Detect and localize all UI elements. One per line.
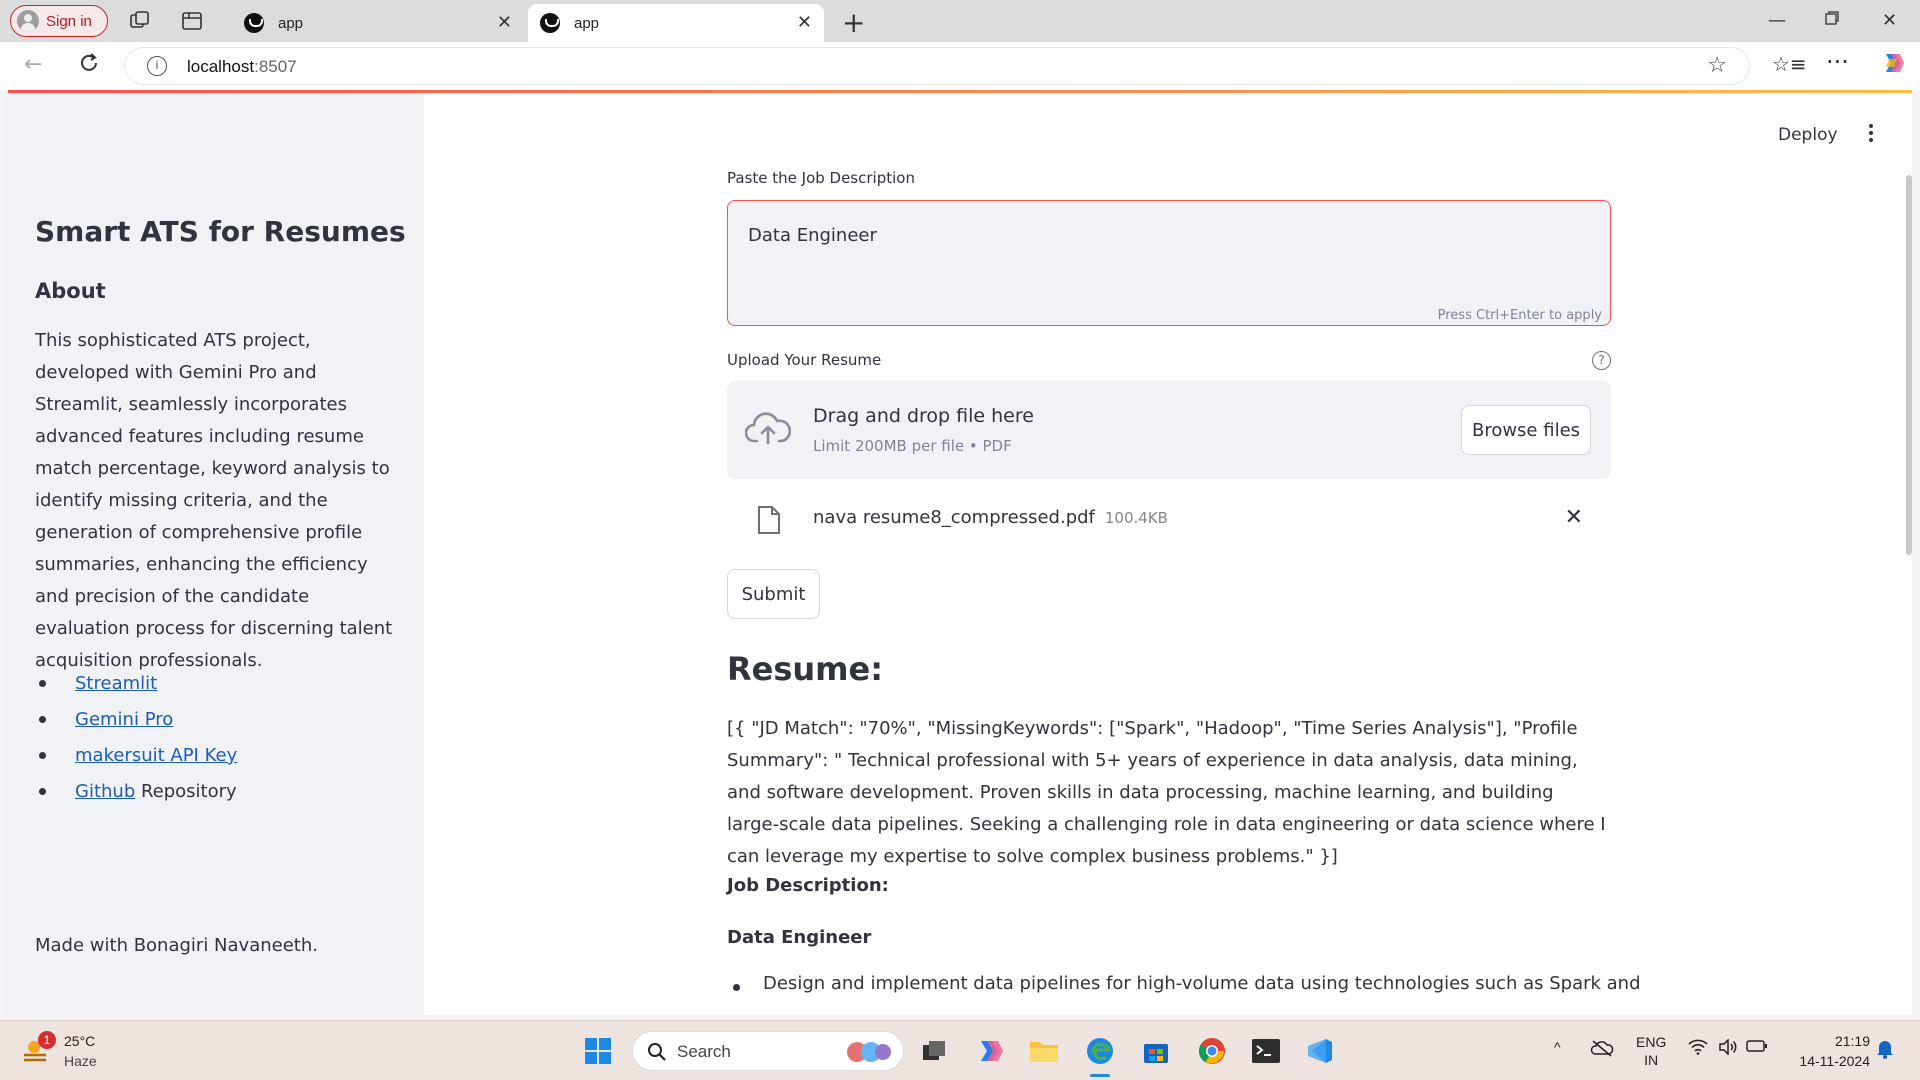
clock-time: 21:19 [1834,1033,1870,1049]
deploy-button[interactable]: Deploy [1778,125,1838,145]
uploaded-file-name: nava resume8_compressed.pdf 100.4KB [813,507,1168,528]
tab-app-inactive[interactable]: app ✕ [232,4,524,42]
gemini-pro-link[interactable]: Gemini Pro [75,709,173,730]
windows-start-icon[interactable] [580,1033,616,1069]
clock-date: 14-11-2024 [1799,1053,1870,1069]
chrome-icon[interactable] [1194,1033,1230,1069]
edge-browser-icon[interactable] [1082,1033,1118,1069]
more-options-icon[interactable]: ··· [1826,48,1849,76]
scrollbar[interactable] [1906,175,1912,555]
search-placeholder: Search [677,1042,731,1061]
favorites-icon[interactable]: ☆≡ [1772,52,1807,76]
refresh-icon[interactable] [78,52,100,80]
resume-heading: Resume: [727,650,884,688]
taskbar-search-input[interactable]: Search [632,1031,904,1071]
window-close-icon[interactable]: ✕ [1882,10,1897,31]
profile-avatar-icon [17,10,39,32]
textarea-hint: Press Ctrl+Enter to apply [1437,308,1602,323]
submit-button[interactable]: Submit [727,569,820,619]
job-description-label: Paste the Job Description [727,169,915,187]
sign-in-label: Sign in [46,12,92,30]
address-bar-row: ← i localhost:8507 ☆ ☆≡ ··· [0,42,1920,90]
tab-close-icon[interactable]: ✕ [497,12,512,33]
main-menu-icon[interactable] [1864,121,1878,145]
uploaded-file-row: nava resume8_compressed.pdf 100.4KB ✕ [727,497,1611,543]
battery-icon[interactable] [1746,1039,1768,1056]
dropzone-subtitle: Limit 200MB per file • PDF [813,437,1012,455]
file-dropzone[interactable]: Drag and drop file here Limit 200MB per … [727,381,1611,479]
sidebar: Smart ATS for Resumes About This sophist… [4,93,424,1015]
job-description-value: Data Engineer [748,225,877,246]
sidebar-title: Smart ATS for Resumes [35,215,406,248]
onedrive-offline-icon[interactable] [1590,1039,1614,1060]
job-description-heading: Job Description: [727,875,889,896]
tab-app-active[interactable]: app ✕ [528,4,824,42]
show-hidden-icons-icon[interactable]: ^ [1554,1039,1561,1055]
makersuit-api-key-link[interactable]: makersuit API Key [75,745,237,766]
copilot-icon[interactable] [1880,50,1906,82]
streamlit-link[interactable]: Streamlit [75,673,157,694]
vscode-icon[interactable] [1302,1033,1338,1069]
list-item: makersuit API Key [35,738,237,774]
new-tab-icon[interactable]: + [842,6,865,39]
url-input[interactable]: i localhost:8507 ☆ [124,47,1750,85]
list-item: Streamlit [35,666,237,702]
copilot-taskbar-icon[interactable] [972,1033,1008,1069]
remove-file-icon[interactable]: ✕ [1565,505,1583,530]
taskbar-clock[interactable]: 21:19 14-11-2024 [1786,1031,1870,1071]
favorite-star-icon[interactable]: ☆ [1707,53,1727,78]
sidebar-footer: Made with Bonagiri Navaneeth. [35,935,318,956]
github-link-suffix: Repository [135,781,237,802]
uploaded-file-size: 100.4KB [1104,509,1168,527]
tab-actions-icon[interactable] [180,9,204,33]
input-language-indicator[interactable]: ENG IN [1636,1033,1666,1069]
weather-condition: Haze [64,1053,97,1069]
tab-title: app [574,14,600,32]
terminal-icon[interactable] [1248,1033,1284,1069]
tab-close-icon[interactable]: ✕ [797,12,812,33]
volume-icon[interactable] [1718,1038,1738,1058]
help-icon[interactable]: ? [1592,351,1611,370]
task-view-icon[interactable] [916,1033,952,1069]
sign-in-button[interactable]: Sign in [10,5,108,37]
job-description-textarea[interactable]: Data Engineer Press Ctrl+Enter to apply [727,200,1611,326]
dropzone-title: Drag and drop file here [813,405,1034,427]
tab-title: app [278,14,304,32]
weather-temperature: 25°C [64,1033,96,1049]
job-description-bullet: Design and implement data pipelines for … [727,973,1641,994]
github-link[interactable]: Github [75,781,135,802]
list-item: Gemini Pro [35,702,237,738]
microsoft-store-icon[interactable] [1138,1033,1174,1069]
site-info-icon[interactable]: i [147,56,167,76]
sidebar-link-list: Streamlit Gemini Pro makersuit API Key G… [35,666,237,810]
cloud-upload-icon [744,411,792,449]
job-title-heading: Data Engineer [727,927,872,948]
list-item: Github Repository [35,774,237,810]
resume-output: [{ "JD Match": "70%", "MissingKeywords":… [727,718,1606,867]
minimize-icon[interactable]: — [1768,10,1786,31]
upload-label: Upload Your Resume [727,351,882,369]
browser-tab-bar: Sign in app ✕ app ✕ + — ✕ [0,0,1920,42]
wifi-icon[interactable] [1688,1039,1708,1058]
app-viewport: Smart ATS for Resumes About This sophist… [4,93,1912,1015]
file-icon [757,505,781,539]
file-explorer-icon[interactable] [1026,1033,1062,1069]
weather-notification-badge: 1 [38,1031,56,1049]
search-highlight-icon [847,1042,891,1062]
workspaces-icon[interactable] [128,9,152,33]
taskbar: 1 25°C Haze Search ^ ENG IN 21:19 14-11-… [0,1020,1920,1080]
notification-bell-icon[interactable] [1876,1039,1894,1062]
about-heading: About [35,279,106,303]
search-icon [648,1043,666,1061]
url-text: localhost:8507 [187,57,297,76]
restore-icon[interactable] [1824,10,1840,31]
back-icon[interactable]: ← [24,52,42,77]
about-description: This sophisticated ATS project, develope… [35,330,393,671]
browse-files-button[interactable]: Browse files [1461,405,1591,455]
active-app-indicator [1090,1074,1110,1077]
streamlit-favicon-icon [244,13,264,33]
streamlit-favicon-icon [540,13,560,33]
